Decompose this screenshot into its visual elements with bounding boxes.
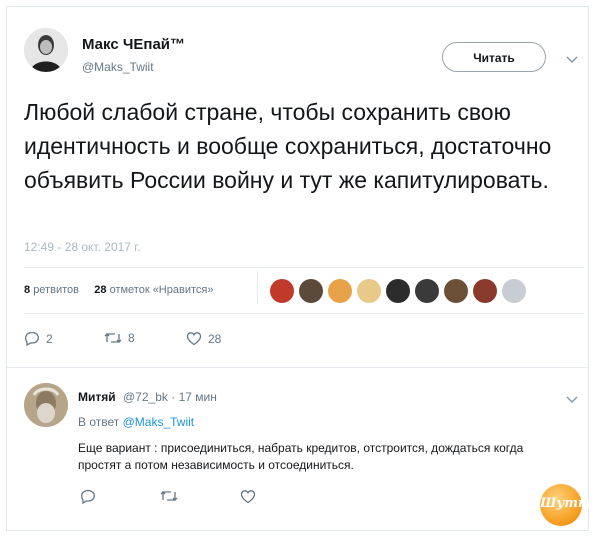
retweets-link[interactable]: 8 ретвитов bbox=[24, 284, 79, 296]
reply-author-photo-icon bbox=[24, 383, 68, 427]
retweets-label: ретвитов bbox=[33, 284, 79, 296]
author-name[interactable]: Макс ЧЕпай™ bbox=[82, 36, 185, 53]
liker-avatar[interactable] bbox=[502, 279, 526, 303]
reply-author-avatar[interactable] bbox=[24, 383, 68, 427]
tweet-text: Любой слабой стране, чтобы сохранить сво… bbox=[24, 99, 552, 193]
retweet-action[interactable] bbox=[160, 489, 178, 503]
chevron-down-icon[interactable] bbox=[566, 392, 578, 404]
reply-age[interactable]: · 17 мин bbox=[171, 390, 217, 404]
watermark-logo: Шутка bbox=[540, 484, 596, 526]
liker-avatar[interactable] bbox=[357, 279, 381, 303]
divider bbox=[24, 267, 584, 268]
likes-label: отметок «Нравится» bbox=[109, 284, 214, 296]
liker-avatar[interactable] bbox=[473, 279, 497, 303]
liker-avatar[interactable] bbox=[415, 279, 439, 303]
reply-icon bbox=[25, 331, 39, 346]
retweet-icon bbox=[160, 491, 178, 501]
reply-action[interactable] bbox=[80, 489, 96, 504]
heart-icon bbox=[186, 332, 202, 346]
divider bbox=[7, 367, 588, 368]
author-handle[interactable]: @Maks_Twiit bbox=[82, 60, 154, 74]
follow-button[interactable]: Читать bbox=[442, 42, 546, 72]
retweets-count: 8 bbox=[24, 284, 31, 296]
reply-text: Еще вариант : присоединиться, набрать кр… bbox=[78, 441, 524, 472]
reply-author-handle[interactable]: @72_bk bbox=[123, 390, 168, 404]
liker-avatar[interactable] bbox=[444, 279, 468, 303]
engagement-stats: 8 ретвитов 28 отметок «Нравится» bbox=[24, 284, 213, 296]
reply-meta: @72_bk · 17 мин bbox=[123, 390, 217, 404]
reply-to: В ответ @Maks_Twiit bbox=[78, 415, 194, 429]
liker-avatar[interactable] bbox=[386, 279, 410, 303]
liker-avatar[interactable] bbox=[328, 279, 352, 303]
likes-count: 28 bbox=[94, 284, 107, 296]
like-action[interactable]: 28 bbox=[186, 331, 221, 346]
reply-action[interactable]: 2 bbox=[24, 331, 53, 346]
reply-author-name[interactable]: Митяй bbox=[78, 390, 116, 404]
likes-link[interactable]: 28 отметок «Нравится» bbox=[94, 284, 213, 296]
chevron-down-icon[interactable] bbox=[566, 52, 578, 64]
stats-divider bbox=[257, 270, 258, 304]
reply-icon bbox=[81, 489, 95, 504]
divider bbox=[24, 313, 584, 314]
like-count: 28 bbox=[208, 331, 222, 346]
reply-to-prefix: В ответ bbox=[78, 415, 120, 429]
retweet-icon bbox=[104, 333, 122, 343]
reply-to-handle[interactable]: @Maks_Twiit bbox=[123, 415, 195, 429]
like-action[interactable] bbox=[240, 489, 256, 504]
author-photo-icon bbox=[24, 28, 68, 72]
liker-avatar[interactable] bbox=[299, 279, 323, 303]
tweet-timestamp[interactable]: 12:49 - 28 окт. 2017 г. bbox=[24, 240, 141, 254]
retweet-action[interactable]: 8 bbox=[104, 331, 135, 345]
heart-icon bbox=[240, 490, 256, 504]
reply-count: 2 bbox=[46, 331, 53, 346]
retweet-count: 8 bbox=[128, 331, 135, 345]
author-avatar[interactable] bbox=[24, 28, 68, 72]
watermark-text: Шутка bbox=[540, 496, 596, 511]
liker-avatar[interactable] bbox=[270, 279, 294, 303]
